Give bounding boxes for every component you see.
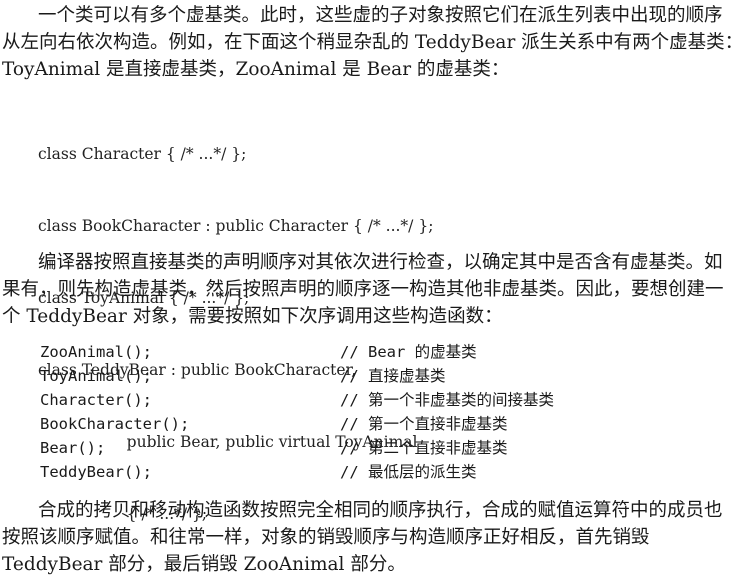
constructor-call: Bear(); <box>40 439 106 457</box>
code-row: Character(); // 第一个非虚基类的间接基类 <box>38 388 738 412</box>
code-line: class BookCharacter : public Character {… <box>38 217 434 235</box>
paragraph-line: 果有，则先构造虚基类，然后按照声明的顺序逐一构造其他非虚基类。因此，要想创建一 <box>2 279 724 300</box>
code-row: TeddyBear(); // 最低层的派生类 <box>38 460 738 484</box>
code-comment: // 直接虚基类 <box>340 367 446 385</box>
paragraph-copy-move-order: 合成的拷贝和移动构造函数按照完全相同的顺序执行，合成的赋值运算符中的成员也 按照… <box>2 497 750 578</box>
paragraph-line: 编译器按照直接基类的声明顺序对其依次进行检查，以确定其中是否含有虚基类。如 <box>38 252 723 273</box>
code-row: ToyAnimal(); // 直接虚基类 <box>38 364 738 388</box>
paragraph-compiler-check: 编译器按照直接基类的声明顺序对其依次进行检查，以确定其中是否含有虚基类。如 果有… <box>2 249 750 330</box>
book-page: 一个类可以有多个虚基类。此时，这些虚的子对象按照它们在派生列表中出现的顺序 从左… <box>0 0 753 582</box>
paragraph-line: 一个类可以有多个虚基类。此时，这些虚的子对象按照它们在派生列表中出现的顺序 <box>38 5 723 26</box>
paragraph-line: TeddyBear 部分，最后销毁 ZooAnimal 部分。 <box>2 554 406 575</box>
constructor-call: TeddyBear(); <box>40 463 152 481</box>
paragraph-virtual-base-order: 一个类可以有多个虚基类。此时，这些虚的子对象按照它们在派生列表中出现的顺序 从左… <box>2 2 750 83</box>
code-comment: // Bear 的虚基类 <box>340 343 477 361</box>
paragraph-line: 从左向右依次构造。例如，在下面这个稍显杂乱的 TeddyBear 派生关系中有两… <box>2 32 744 53</box>
code-comment: // 第一个直接非虚基类 <box>340 415 508 433</box>
constructor-call: BookCharacter(); <box>40 415 190 433</box>
constructor-call: ZooAnimal(); <box>40 343 152 361</box>
code-comment: // 第一个非虚基类的间接基类 <box>340 391 554 409</box>
constructor-call-order-listing: ZooAnimal(); // Bear 的虚基类 ToyAnimal(); /… <box>38 340 738 484</box>
code-line: class Character { /* ...*/ }; <box>38 145 247 163</box>
code-row: BookCharacter(); // 第一个直接非虚基类 <box>38 412 738 436</box>
code-row: Bear(); // 第二个直接非虚基类 <box>38 436 738 460</box>
code-comment: // 第二个直接非虚基类 <box>340 439 508 457</box>
code-comment: // 最低层的派生类 <box>340 463 477 481</box>
constructor-call: Character(); <box>40 391 152 409</box>
code-row: ZooAnimal(); // Bear 的虚基类 <box>38 340 738 364</box>
paragraph-line: 按照该顺序赋值。和往常一样，对象的销毁顺序与构造顺序正好相反，首先销毁 <box>2 527 650 548</box>
constructor-call: ToyAnimal(); <box>40 367 152 385</box>
paragraph-line: 个 TeddyBear 对象，需要按照如下次序调用这些构造函数： <box>2 306 503 327</box>
paragraph-line: 合成的拷贝和移动构造函数按照完全相同的顺序执行，合成的赋值运算符中的成员也 <box>38 500 723 521</box>
paragraph-line: ToyAnimal 是直接虚基类，ZooAnimal 是 Bear 的虚基类： <box>2 59 510 80</box>
